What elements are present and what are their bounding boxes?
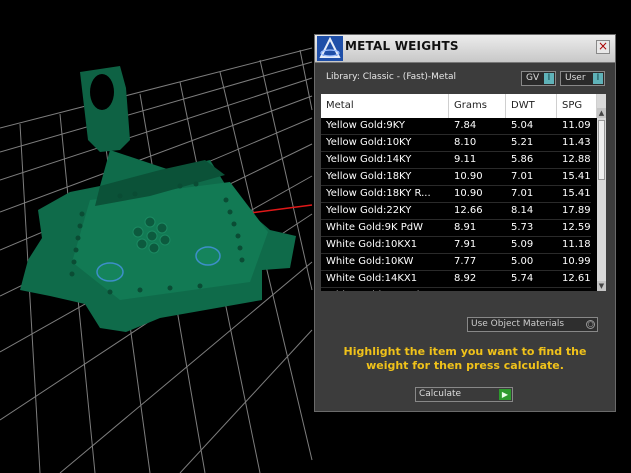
dwt-cell: 5.00 (511, 256, 534, 267)
grams-cell: 10.90 (454, 188, 483, 199)
header-spg[interactable]: SPG (557, 94, 597, 118)
dwt-cell: 5.73 (511, 222, 534, 233)
table-rows: Yellow Gold:9KY 7.84 5.04 11.09 Yellow Gold:… (321, 118, 591, 291)
spg-cell: 12.61 (562, 273, 591, 284)
metal-cell: Yellow Gold:22KY (326, 205, 412, 216)
grams-cell: 10.90 (454, 171, 483, 182)
app-logo-icon (317, 36, 343, 61)
dwt-cell: 6.54 (506, 288, 557, 291)
radio-circle-icon: ○ (586, 320, 595, 329)
library-label: Library: Classic - (Fast)-Metal (326, 72, 457, 82)
dwt-cell: 5.04 (511, 120, 534, 131)
table-row[interactable]: White Gold:14K PdW10.176.5414.37 (321, 288, 591, 291)
spg-cell: 15.41 (562, 171, 591, 182)
table-row[interactable]: Yellow Gold:22KY 12.66 8.14 17.89 (321, 203, 591, 220)
calculate-button[interactable]: Calculate ▶ (415, 387, 513, 402)
metal-cell: Yellow Gold:9KY (326, 120, 405, 131)
spg-cell: 15.41 (562, 188, 591, 199)
table-scrollbar[interactable]: ▲ ▼ (597, 94, 606, 291)
panel-title: METAL WEIGHTS (345, 39, 459, 53)
metal-cell: Yellow Gold:18KY (326, 171, 412, 182)
metal-table[interactable]: Metal Grams DWT SPG Yellow Gold:9KY 7.84 5… (321, 94, 606, 291)
header-grams[interactable]: Grams (449, 94, 506, 118)
grams-cell: 8.92 (454, 273, 477, 284)
spg-cell: 12.59 (562, 222, 591, 233)
metal-cell: White Gold:10KX1 (326, 239, 418, 250)
dwt-cell: 7.01 (511, 188, 534, 199)
grams-cell: 8.91 (454, 222, 477, 233)
stone-setting-left (96, 262, 124, 282)
use-object-materials-label: Use Object Materials (471, 319, 565, 329)
metal-cell: Yellow Gold:18KY R... (326, 188, 431, 199)
spg-cell: 11.09 (562, 120, 591, 131)
metal-weights-panel: METAL WEIGHTS × Library: Classic - (Fast… (314, 34, 616, 412)
table-row[interactable]: Yellow Gold:10KY 8.10 5.21 11.43 (321, 135, 591, 152)
panel-titlebar[interactable]: METAL WEIGHTS × (315, 35, 615, 63)
user-toggle-label: User (565, 73, 586, 83)
grams-cell: 7.84 (454, 120, 477, 131)
gv-toggle[interactable]: GV I (521, 71, 556, 86)
table-row[interactable]: Yellow Gold:14KY 9.11 5.86 12.88 (321, 152, 591, 169)
pendant-model[interactable] (20, 66, 296, 332)
table-row[interactable]: White Gold:10KW 7.77 5.00 10.99 (321, 254, 591, 271)
header-dwt[interactable]: DWT (506, 94, 557, 118)
user-toggle[interactable]: User I (560, 71, 605, 86)
dwt-cell: 8.14 (511, 205, 534, 216)
gv-toggle-indicator: I (544, 73, 554, 84)
grams-cell: 7.91 (454, 239, 477, 250)
grams-cell: 8.10 (454, 137, 477, 148)
scroll-thumb[interactable] (598, 120, 605, 180)
header-metal[interactable]: Metal (321, 94, 449, 118)
calculate-label: Calculate (419, 389, 462, 399)
metal-cell: Yellow Gold:14KY (326, 154, 412, 165)
table-row[interactable]: Yellow Gold:18KY 10.90 7.01 15.41 (321, 169, 591, 186)
dwt-cell: 7.01 (511, 171, 534, 182)
spg-cell: 12.88 (562, 154, 591, 165)
scroll-down-icon[interactable]: ▼ (597, 281, 606, 291)
scroll-up-icon[interactable]: ▲ (597, 108, 606, 118)
table-row[interactable]: Yellow Gold:9KY 7.84 5.04 11.09 (321, 118, 591, 135)
instruction-text: Highlight the item you want to find the … (343, 345, 587, 372)
metal-cell: White Gold:9K PdW (326, 222, 423, 233)
table-row[interactable]: Yellow Gold:18KY R... 10.90 7.01 15.41 (321, 186, 591, 203)
table-header: Metal Grams DWT SPG (321, 94, 606, 118)
spg-cell: 14.37 (557, 288, 591, 291)
dwt-cell: 5.86 (511, 154, 534, 165)
gv-toggle-label: GV (526, 73, 540, 83)
metal-cell: Yellow Gold:10KY (326, 137, 412, 148)
grams-cell: 9.11 (454, 154, 477, 165)
play-arrow-icon: ▶ (499, 389, 511, 400)
spg-cell: 11.43 (562, 137, 591, 148)
dwt-cell: 5.09 (511, 239, 534, 250)
spg-cell: 10.99 (562, 256, 591, 267)
user-toggle-indicator: I (593, 73, 603, 84)
spg-cell: 11.18 (562, 239, 591, 250)
use-object-materials-button[interactable]: Use Object Materials ○ (467, 317, 598, 332)
dwt-cell: 5.74 (511, 273, 534, 284)
stone-setting-right (195, 246, 221, 266)
table-row[interactable]: White Gold:14KX1 8.92 5.74 12.61 (321, 271, 591, 288)
grams-cell: 12.66 (454, 205, 483, 216)
metal-cell: White Gold:14KX1 (326, 273, 418, 284)
metal-cell: White Gold:14K PdW (321, 288, 449, 291)
dwt-cell: 5.21 (511, 137, 534, 148)
metal-cell: White Gold:10KW (326, 256, 414, 267)
table-row[interactable]: White Gold:9K PdW 8.91 5.73 12.59 (321, 220, 591, 237)
grams-cell: 10.17 (449, 288, 506, 291)
table-row[interactable]: White Gold:10KX1 7.91 5.09 11.18 (321, 237, 591, 254)
spg-cell: 17.89 (562, 205, 591, 216)
close-button[interactable]: × (596, 40, 610, 54)
grams-cell: 7.77 (454, 256, 477, 267)
